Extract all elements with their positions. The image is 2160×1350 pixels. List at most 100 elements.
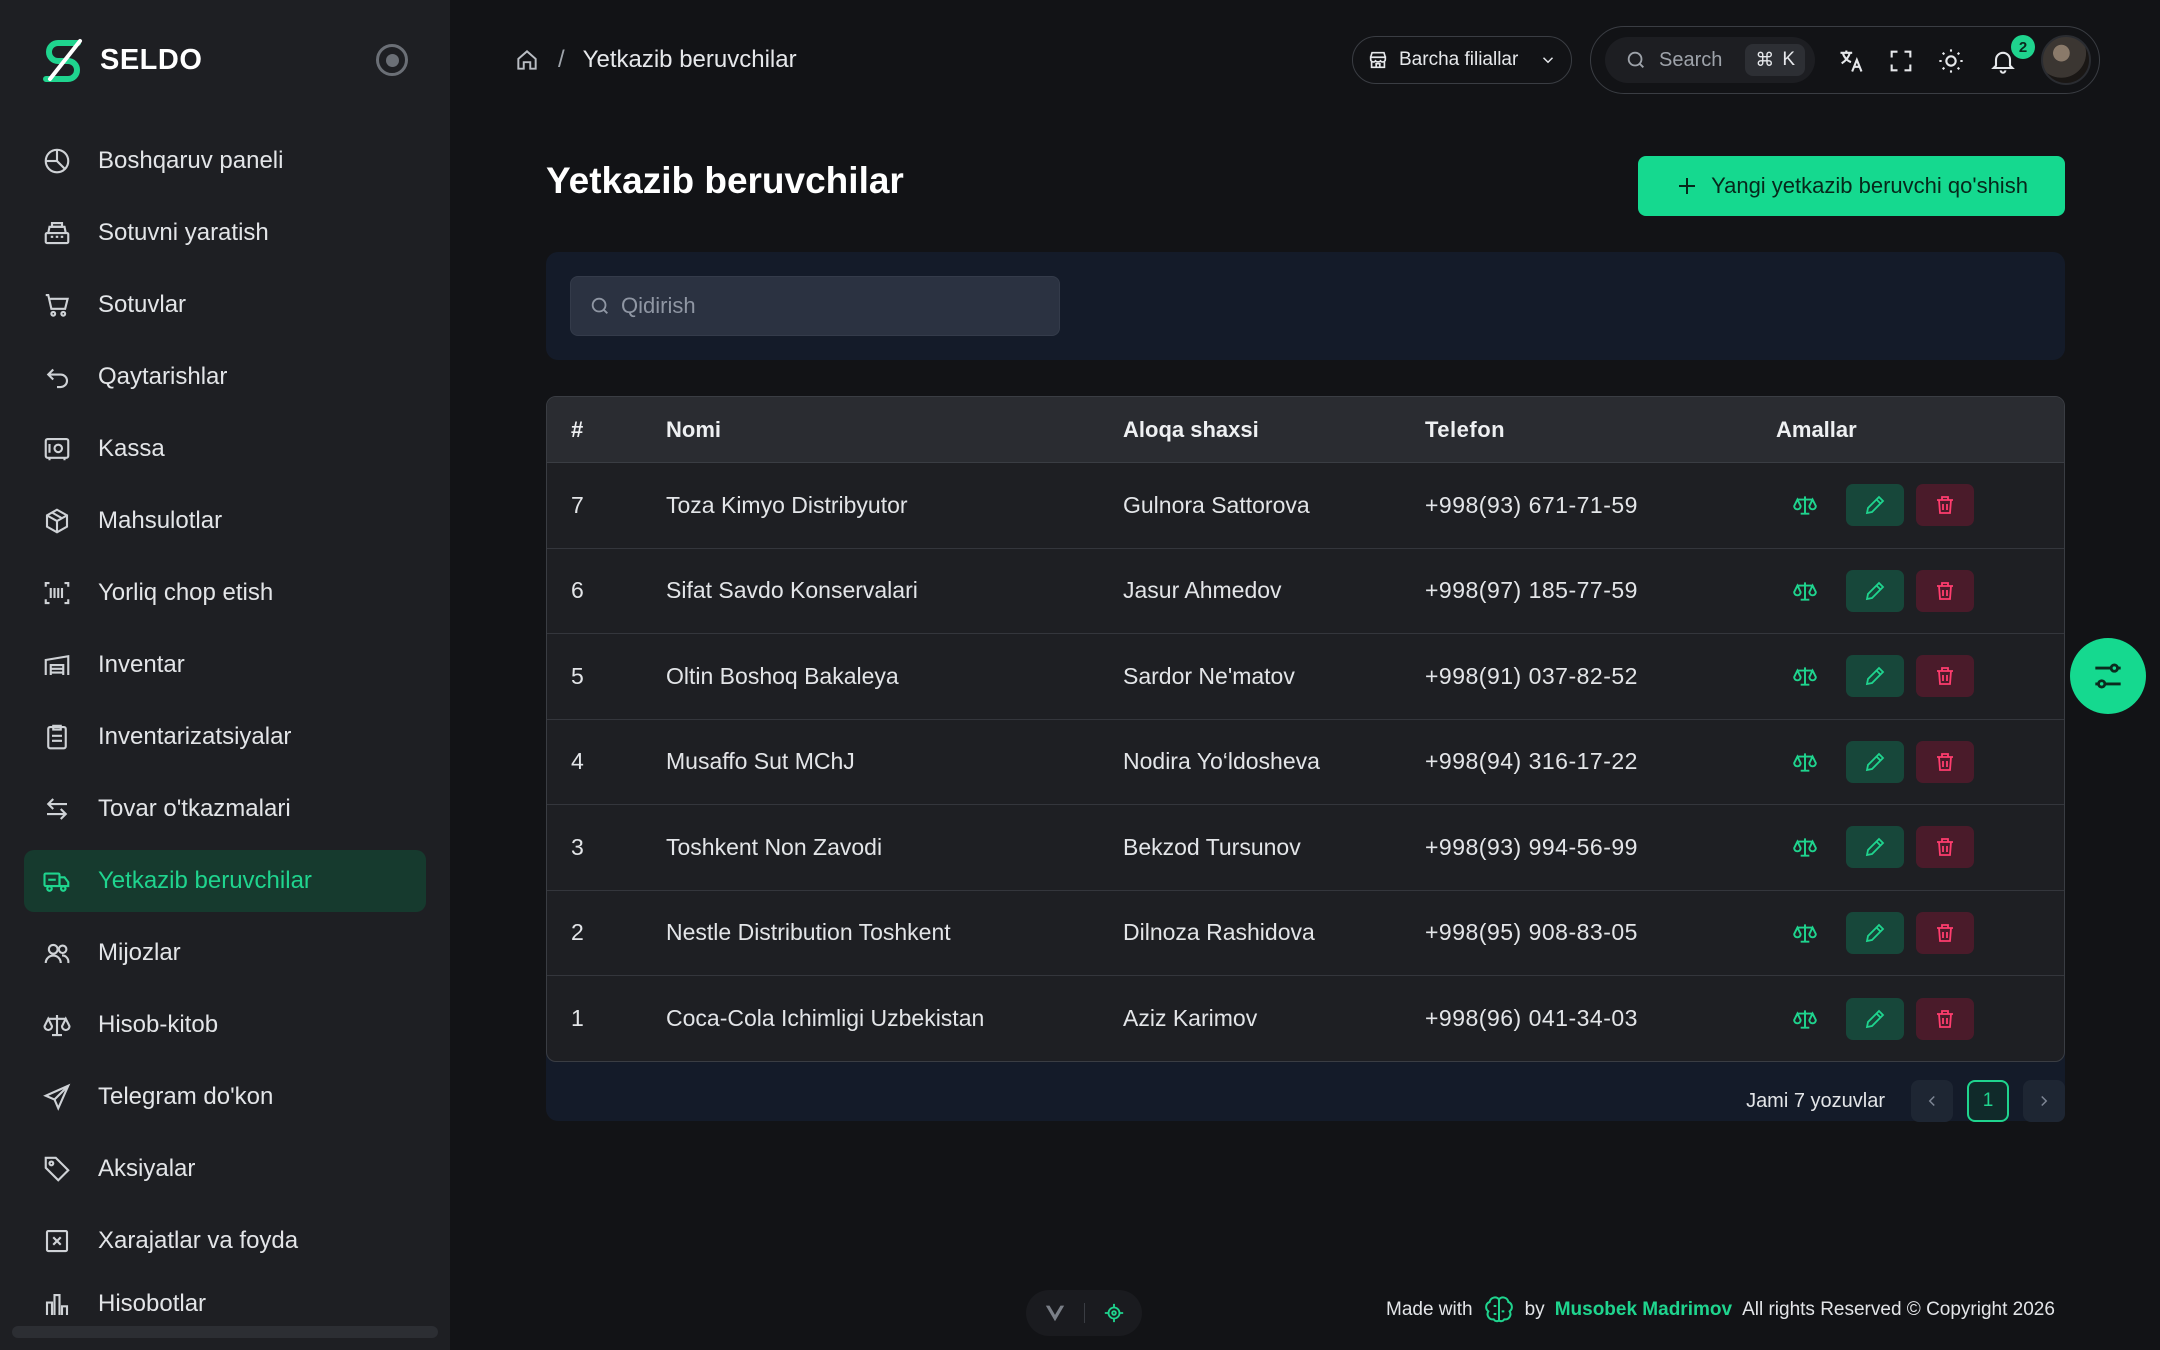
add-supplier-button[interactable]: Yangi yetkazib beruvchi qo'shish [1638,156,2065,216]
table-row[interactable]: 7 Toza Kimyo Distribyutor Gulnora Sattor… [547,463,2064,549]
cell-name: Sifat Savdo Konservalari [666,577,918,604]
page-number-current[interactable]: 1 [1967,1080,2009,1122]
table-row[interactable]: 2 Nestle Distribution Toshkent Dilnoza R… [547,891,2064,976]
store-icon [1369,51,1387,69]
edit-button[interactable] [1846,484,1904,527]
table-row[interactable]: 6 Sifat Savdo Konservalari Jasur Ahmedov… [547,549,2064,634]
trash-icon [1937,667,1953,686]
footer: Made with by Musobek Madrimov All rights… [1386,1292,2055,1328]
sidebar-item-label: Yetkazib beruvchilar [98,867,312,894]
delete-button[interactable] [1916,655,1974,698]
edit-button[interactable] [1846,655,1904,698]
cell-actions [1776,569,2064,612]
sidebar-item-hisobotlar[interactable]: Hisobotlar [24,1282,426,1322]
sidebar-item-label: Qaytarishlar [98,363,228,390]
sidebar-item-sotuvni-yaratish[interactable]: Sotuvni yaratish [24,202,426,264]
edit-button[interactable] [1846,997,1904,1040]
delete-button[interactable] [1916,740,1974,783]
scale-icon [1793,1010,1817,1029]
pencil-icon [1865,495,1885,515]
trash-icon [1937,581,1953,600]
add-supplier-label: Yangi yetkazib beruvchi qo'shish [1711,173,2028,198]
header-toolbar: Search ⌘ K 2 [1590,26,2100,94]
settings-fab[interactable] [2070,638,2146,714]
footer-made-with: Made with [1386,1299,1473,1320]
global-search-button[interactable]: Search ⌘ K [1605,37,1815,83]
balance-button[interactable] [1776,912,1834,954]
pencil-icon [1865,581,1885,600]
sun-icon[interactable] [1937,47,1965,75]
table-row[interactable]: 1 Coca-Cola Ichimligi Uzbekistan Aziz Ka… [547,976,2064,1061]
translate-icon[interactable] [1837,47,1865,75]
sidebar-item-mijozlar[interactable]: Mijozlar [24,922,426,984]
edit-button[interactable] [1846,569,1904,612]
sidebar-item-mahsulotlar[interactable]: Mahsulotlar [24,490,426,552]
table-row[interactable]: 5 Oltin Boshoq Bakaleya Sardor Ne'matov … [547,634,2064,720]
sidebar-scrollbar[interactable] [12,1326,438,1338]
pencil-icon [1865,923,1885,942]
balance-button[interactable] [1776,826,1834,868]
pencil-icon [1865,1009,1885,1028]
avatar[interactable] [2041,35,2091,85]
sidebar-item-kassa[interactable]: Kassa [24,418,426,480]
sidebar-item-yorliq-chop-etish[interactable]: Yorliq chop etish [24,562,426,624]
edit-button[interactable] [1846,826,1904,869]
sidebar-item-sotuvlar[interactable]: Sotuvlar [24,274,426,336]
search-input[interactable] [621,293,1041,319]
sidebar-item-tovar-otkazmalari[interactable]: Tovar o'tkazmalari [24,778,426,840]
fullscreen-icon[interactable] [1887,47,1915,75]
cash-register-icon [44,221,70,245]
branch-select[interactable]: Barcha filiallar [1352,36,1572,84]
table-body: 7 Toza Kimyo Distribyutor Gulnora Sattor… [547,463,2064,1061]
sidebar-item-yetkazib-beruvchilar[interactable]: Yetkazib beruvchilar [24,850,426,912]
trash-icon [1937,923,1953,942]
delete-button[interactable] [1916,569,1974,612]
balance-button[interactable] [1776,655,1834,697]
balance-button[interactable] [1776,998,1834,1040]
sidebar-item-hisob-kitob[interactable]: Hisob-kitob [24,994,426,1056]
table-row[interactable]: 3 Toshkent Non Zavodi Bekzod Tursunov +9… [547,805,2064,891]
brain-icon [1484,1296,1513,1323]
shortcut-modifier: ⌘ [1755,49,1775,71]
seldo-logo-icon [43,39,82,82]
footer-author-link[interactable]: Musobek Madrimov [1555,1299,1732,1321]
cell-phone: +998(95) 908-83-05 [1425,919,1638,946]
trash-icon [1937,752,1953,771]
sidebar-item-boshqaruv-paneli[interactable]: Boshqaruv paneli [24,130,426,192]
table-row[interactable]: 4 Musaffo Sut MChJ Nodira Yo‘ldosheva +9… [547,720,2064,805]
sidebar-nav: Boshqaruv paneli Sotuvni yaratish Sotuvl… [24,130,426,1332]
brand-logo[interactable]: SELDO [40,34,202,86]
sidebar-item-telegram-dokon[interactable]: Telegram do'kon [24,1066,426,1128]
delete-button[interactable] [1916,484,1974,527]
sidebar-item-aksiyalar[interactable]: Aksiyalar [24,1138,426,1200]
delete-button[interactable] [1916,911,1974,954]
next-page-button[interactable] [2023,1080,2065,1122]
barcode-icon [44,581,70,605]
receipt-icon [45,1229,69,1253]
supplier-search[interactable] [570,276,1060,336]
sidebar-item-inventarizatsiyalar[interactable]: Inventarizatsiyalar [24,706,426,768]
prev-page-button[interactable] [1911,1080,1953,1122]
sidebar-item-inventar[interactable]: Inventar [24,634,426,696]
pagination: Jami 7 yozuvlar 1 [1746,1080,2065,1122]
sidebar-item-xarajatlar-va-foyda[interactable]: Xarajatlar va foyda [24,1210,426,1272]
cell-phone: +998(97) 185-77-59 [1425,577,1638,604]
pagination-total: Jami 7 yozuvlar [1746,1089,1885,1112]
delete-button[interactable] [1916,997,1974,1040]
package-icon [45,508,69,534]
edit-button[interactable] [1846,911,1904,954]
home-icon[interactable] [514,47,540,73]
sidebar-collapse-toggle[interactable] [376,44,408,76]
balance-button[interactable] [1776,741,1834,783]
sidebar-item-qaytarishlar[interactable]: Qaytarishlar [24,346,426,408]
delete-button[interactable] [1916,826,1974,869]
sidebar-item-label: Inventar [98,651,185,678]
sidebar-item-label: Hisobotlar [98,1290,207,1317]
balance-button[interactable] [1776,484,1834,526]
column-header-id: # [571,416,584,442]
cell-id: 2 [571,919,584,946]
edit-button[interactable] [1846,740,1904,783]
devtools-toggle[interactable] [1026,1290,1142,1336]
sidebar-item-label: Mahsulotlar [98,507,223,534]
balance-button[interactable] [1776,570,1834,612]
